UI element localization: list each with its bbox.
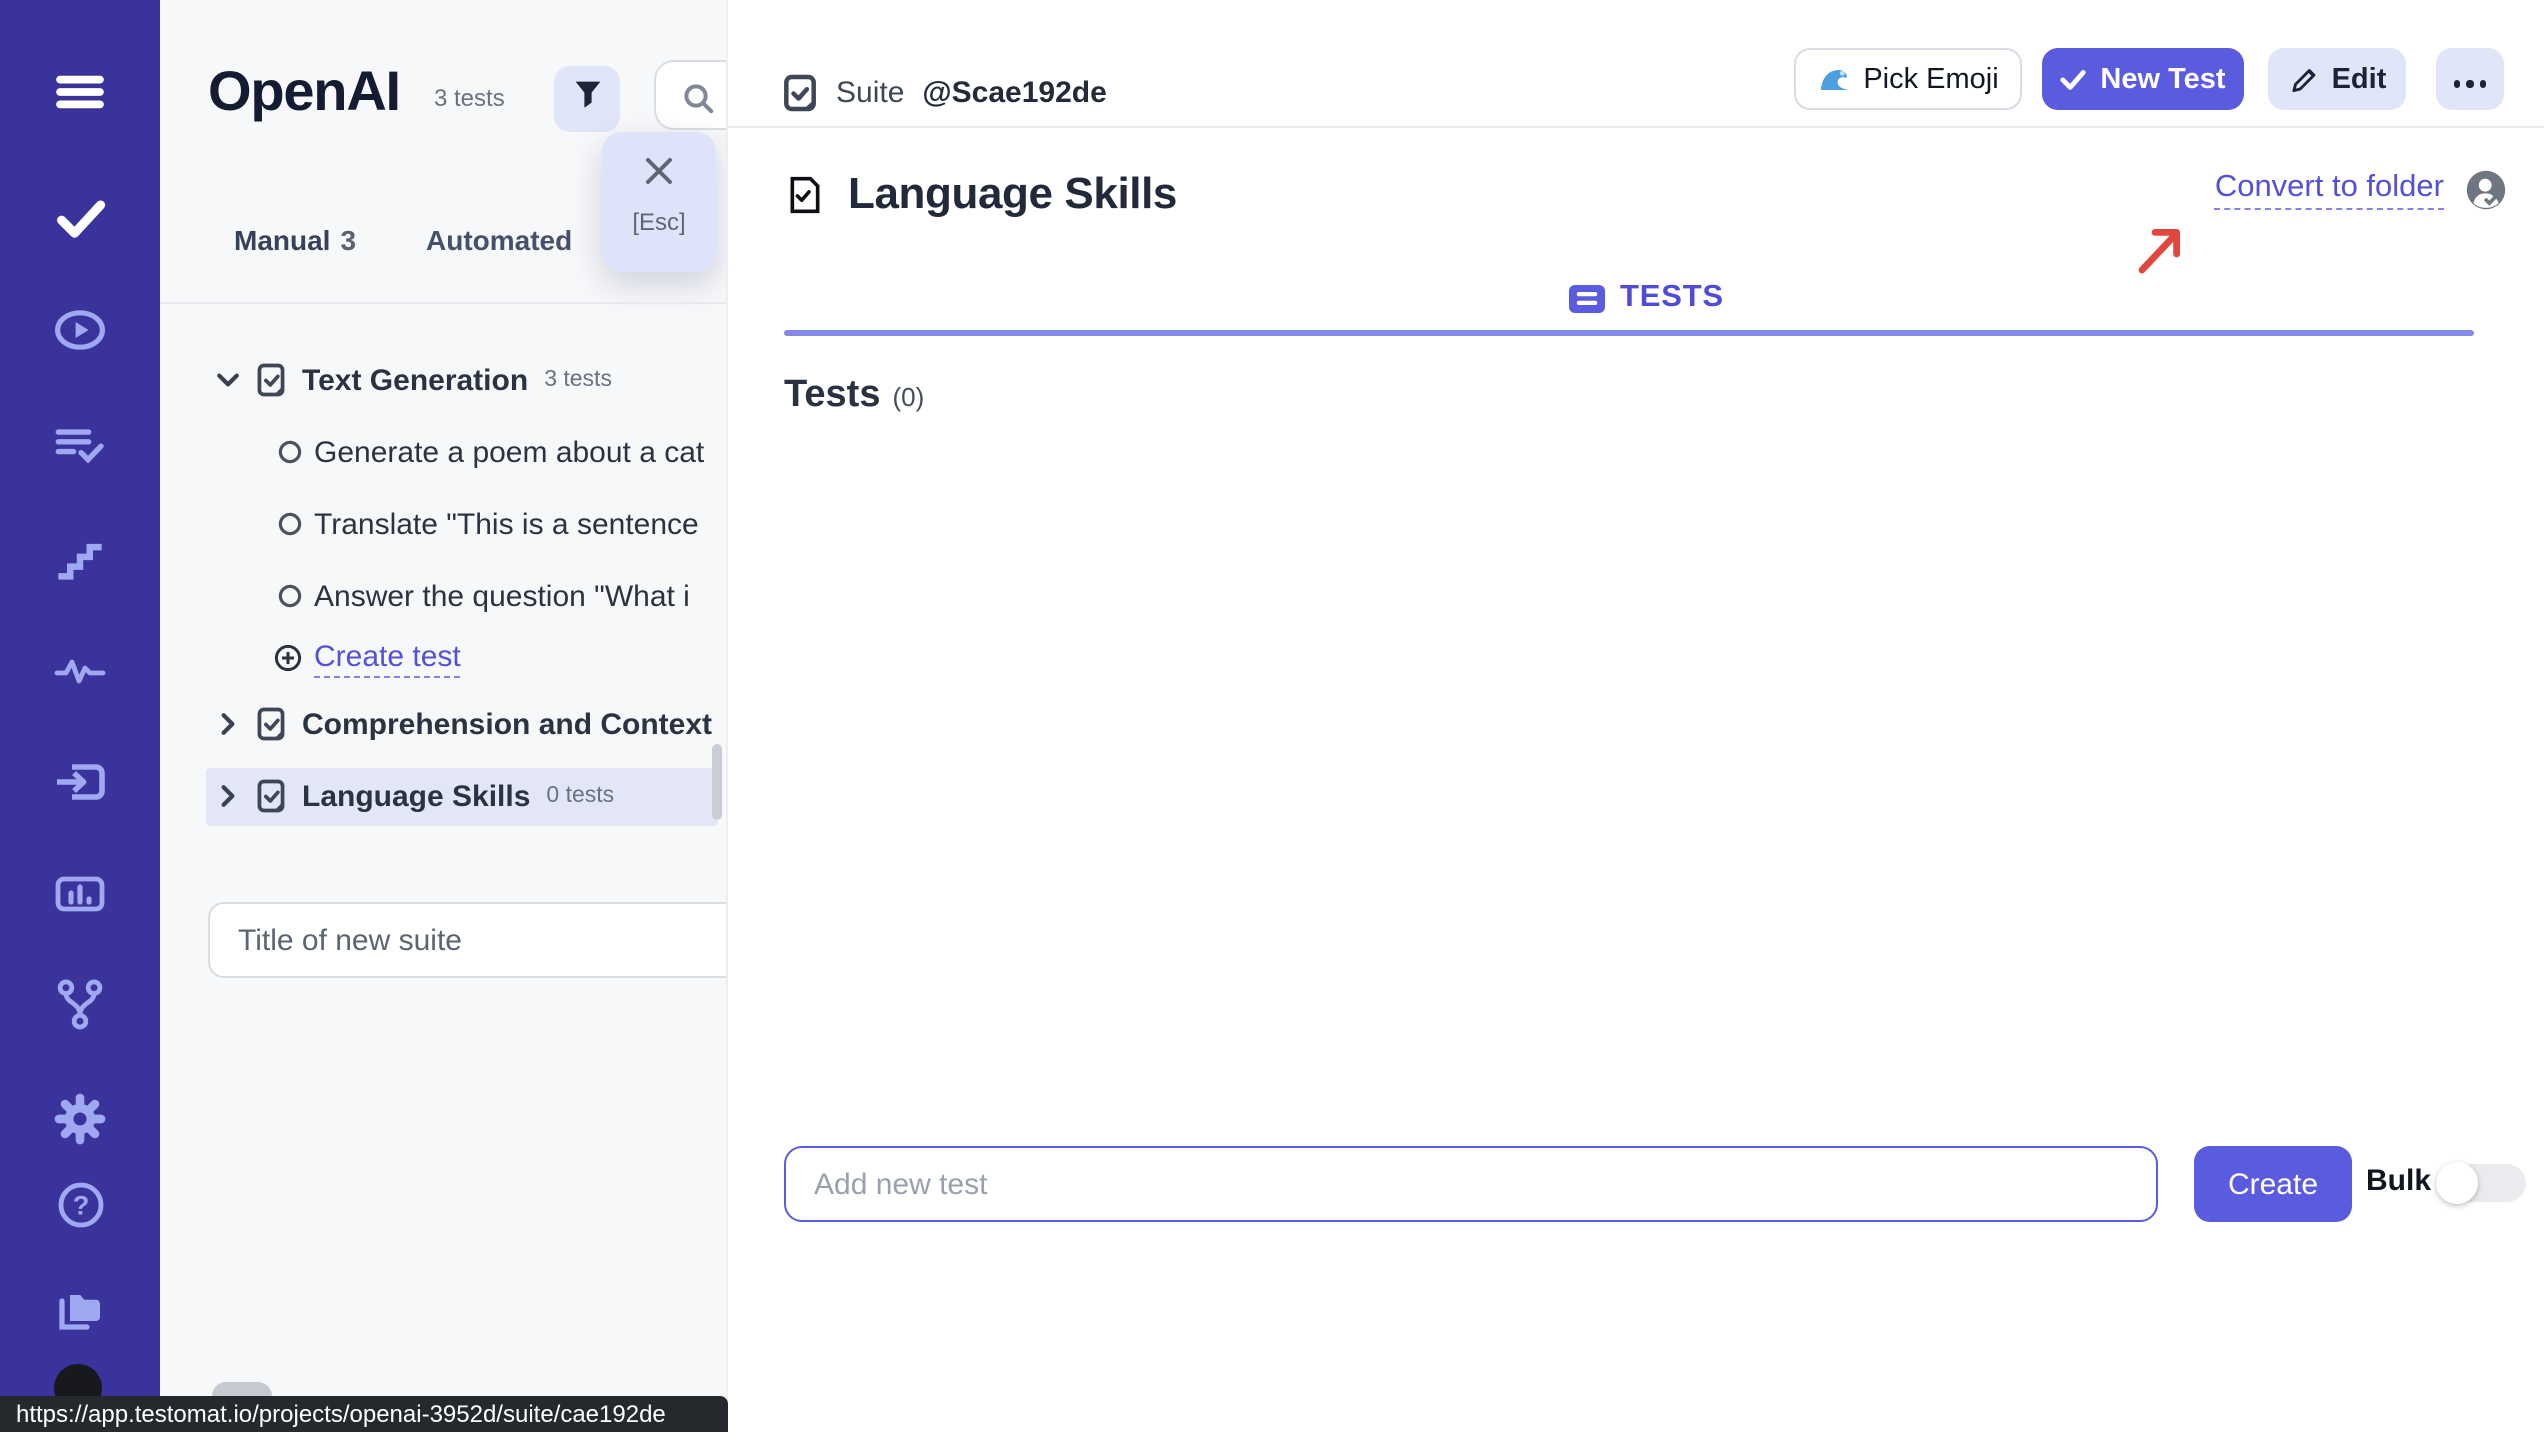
suite-doc-icon — [254, 778, 288, 814]
filter-button[interactable] — [554, 66, 620, 132]
check-icon — [2060, 66, 2086, 92]
test-status-circle-icon — [278, 584, 302, 608]
project-tests-count: 3 tests — [434, 84, 505, 112]
tree-suite-language-skills[interactable]: Language Skills 0 tests — [214, 768, 614, 824]
app-window: ? OpenAI 3 tests [Esc] Manual3 Automated — [0, 0, 2544, 1432]
wave-emoji-icon — [1817, 63, 1849, 95]
plans-list-check-icon[interactable] — [54, 418, 106, 470]
sidebar-scrollbar-thumb[interactable] — [712, 744, 722, 820]
tree-test-item[interactable]: Generate a poem about a cat — [278, 424, 704, 480]
tab-automated[interactable]: Automated — [426, 224, 572, 256]
analytics-pulse-icon[interactable] — [54, 644, 106, 696]
suite-count: 0 tests — [546, 784, 614, 808]
new-suite-input[interactable] — [208, 902, 726, 978]
ellipsis-icon — [2451, 63, 2490, 95]
tree-suite-comprehension[interactable]: Comprehension and Context — [214, 696, 712, 752]
suite-doc-check-icon — [782, 74, 818, 112]
tests-nav-check-icon[interactable] — [54, 192, 106, 244]
suite-doc-icon — [254, 706, 288, 742]
circle-plus-icon — [274, 644, 302, 672]
chevron-right-icon[interactable] — [214, 782, 242, 810]
test-status-circle-icon — [278, 512, 302, 536]
suite-type-label: Suite — [836, 76, 904, 110]
breadcrumb: Suite @Scae192de — [782, 74, 1107, 112]
tests-tab-label: TESTS — [1620, 280, 1724, 316]
suite-count: 3 tests — [544, 368, 612, 392]
create-button[interactable]: Create — [2194, 1146, 2352, 1222]
test-title: Answer the question "What i — [314, 579, 690, 613]
import-icon[interactable] — [54, 756, 106, 808]
tab-manual[interactable]: Manual3 — [234, 224, 356, 256]
pick-emoji-label: Pick Emoji — [1863, 63, 1998, 95]
status-url-text: https://app.testomat.io/projects/openai-… — [16, 1400, 666, 1428]
page-title-row: Language Skills — [788, 168, 1177, 220]
page-title: Language Skills — [848, 168, 1177, 220]
projects-folders-icon[interactable] — [54, 1284, 106, 1336]
convert-to-folder-link[interactable]: Convert to folder — [2215, 170, 2444, 210]
edit-button[interactable]: Edit — [2268, 48, 2406, 110]
tests-heading-label: Tests — [784, 374, 880, 418]
chevron-right-icon[interactable] — [214, 710, 242, 738]
search-icon — [682, 82, 716, 116]
suite-detail-panel: Suite @Scae192de Pick Emoji New Test Edi… — [726, 0, 2544, 1432]
create-test-row[interactable]: Create test — [274, 630, 461, 686]
status-url-tooltip: https://app.testomat.io/projects/openai-… — [0, 1396, 728, 1432]
tests-tab-icon — [1568, 283, 1606, 313]
suite-title: Comprehension and Context — [302, 707, 712, 741]
toggle-knob — [2436, 1162, 2478, 1204]
add-new-test-input[interactable] — [784, 1146, 2158, 1222]
tree-suite-text-generation[interactable]: Text Generation 3 tests — [214, 352, 612, 408]
tests-section-heading: Tests (0) — [784, 374, 924, 418]
tree-test-item[interactable]: Translate "This is a sentence — [278, 496, 699, 552]
new-test-button[interactable]: New Test — [2042, 48, 2244, 110]
runs-play-icon[interactable] — [54, 304, 106, 356]
pencil-icon — [2288, 64, 2318, 94]
bulk-toggle[interactable] — [2438, 1164, 2526, 1202]
tree-test-item[interactable]: Answer the question "What i — [278, 568, 690, 624]
doc-check-icon — [788, 175, 822, 213]
search-input[interactable] — [654, 60, 726, 130]
suite-title: Text Generation — [302, 363, 528, 397]
suite-title: Language Skills — [302, 779, 530, 813]
convert-to-folder-row: Convert to folder — [2215, 170, 2506, 210]
tab-tests[interactable]: TESTS — [1568, 280, 1724, 316]
help-icon[interactable]: ? — [54, 1178, 106, 1230]
suite-doc-icon — [254, 362, 288, 398]
test-title: Translate "This is a sentence — [314, 507, 699, 541]
left-rail: ? — [0, 0, 160, 1432]
create-test-link[interactable]: Create test — [314, 639, 461, 677]
filter-funnel-icon — [571, 77, 603, 121]
annotation-arrow-icon — [2132, 216, 2192, 280]
menu-icon[interactable] — [54, 66, 106, 118]
active-tab-underline — [784, 330, 2474, 336]
settings-gear-icon[interactable] — [54, 1092, 106, 1144]
project-title: OpenAI — [208, 60, 400, 124]
suite-header: Suite @Scae192de Pick Emoji New Test Edi… — [728, 0, 2544, 128]
manual-count: 3 — [340, 224, 356, 256]
tests-count: (0) — [892, 382, 924, 412]
assignee-avatar-icon[interactable] — [2466, 170, 2506, 210]
test-title: Generate a poem about a cat — [314, 435, 704, 469]
suite-id: @Scae192de — [922, 76, 1106, 110]
edit-label: Edit — [2332, 63, 2387, 95]
close-icon[interactable] — [644, 156, 674, 196]
sidebar-tabs: Manual3 Automated — [160, 208, 726, 304]
reports-chart-icon[interactable] — [54, 868, 106, 920]
new-test-label: New Test — [2100, 63, 2225, 95]
chevron-down-icon[interactable] — [214, 366, 242, 394]
suites-sidebar: OpenAI 3 tests [Esc] Manual3 Automated — [160, 0, 726, 1432]
test-status-circle-icon — [278, 440, 302, 464]
svg-text:?: ? — [72, 1189, 89, 1220]
more-options-button[interactable] — [2436, 48, 2504, 110]
milestones-stairs-icon[interactable] — [54, 532, 106, 584]
pick-emoji-button[interactable]: Pick Emoji — [1794, 48, 2022, 110]
bulk-label: Bulk — [2366, 1164, 2431, 1198]
git-branch-icon[interactable] — [54, 978, 106, 1030]
